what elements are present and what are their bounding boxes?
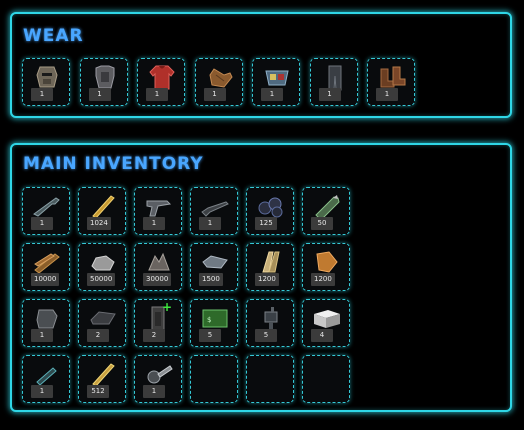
shotgun-icon <box>199 192 231 220</box>
item-quantity: 125 <box>255 217 277 230</box>
box-icon <box>311 304 343 332</box>
stones-slot[interactable]: 50000 <box>78 243 126 291</box>
item-quantity: 512 <box>87 385 109 398</box>
bullets-slot[interactable]: 512 <box>78 355 126 403</box>
item-quantity: 1 <box>143 217 165 230</box>
item-quantity: 1 <box>199 217 221 230</box>
wood-slot[interactable]: 10000 <box>22 243 70 291</box>
item-quantity: 1200 <box>311 273 335 286</box>
wear-title: WEAR <box>23 26 84 46</box>
leather-icon <box>311 248 343 276</box>
pistol-icon <box>143 192 175 220</box>
sheet-icon <box>87 304 119 332</box>
plus-indicator: + <box>162 300 173 314</box>
leather-slot[interactable]: 1200 <box>302 243 350 291</box>
turret-icon <box>255 304 287 332</box>
stones-icon <box>87 248 119 276</box>
hoodie-slot[interactable]: 1 <box>137 58 185 106</box>
grenades-slot[interactable]: 125 <box>246 187 294 235</box>
rifle-slot[interactable]: 1 <box>22 187 70 235</box>
bullets-icon <box>87 360 119 388</box>
rifle-icon <box>31 192 63 220</box>
gloves-slot[interactable]: 1 <box>194 58 243 106</box>
empty-slot[interactable] <box>246 355 294 403</box>
metal-fragments-slot[interactable]: 30000 <box>134 243 182 291</box>
cloth-slot[interactable]: 1200 <box>246 243 294 291</box>
rocket-slot[interactable]: 50 <box>302 187 350 235</box>
box-slot[interactable]: 4 <box>302 299 350 347</box>
hq-metal-icon <box>199 248 231 276</box>
main-inventory-title: MAIN INVENTORY <box>23 154 204 174</box>
item-quantity: 30000 <box>143 273 172 286</box>
item-quantity: 1024 <box>87 217 111 230</box>
item-quantity: 2 <box>143 329 165 342</box>
plan-icon <box>31 304 63 332</box>
syringe-slot[interactable]: 1 <box>22 355 70 403</box>
metal-frags-icon <box>143 248 175 276</box>
rocket-icon <box>311 192 343 220</box>
chestplate-icon <box>89 63 121 91</box>
boots-slot[interactable]: 1 <box>367 58 415 106</box>
gloves-icon <box>204 63 236 91</box>
item-quantity: 1200 <box>255 273 279 286</box>
high-quality-metal-slot[interactable]: 1500 <box>190 243 238 291</box>
item-quantity: 1 <box>261 88 283 101</box>
item-quantity: 1 <box>376 88 398 101</box>
medkit-slot[interactable]: $5 <box>190 299 238 347</box>
ammo-icon <box>87 192 119 220</box>
mask-icon <box>31 63 63 91</box>
chainsaw-icon <box>143 360 175 388</box>
metal-facemask-slot[interactable]: 1 <box>22 58 70 106</box>
item-quantity: 1 <box>31 88 53 101</box>
pants-icon <box>319 63 351 91</box>
item-quantity: 1 <box>31 329 53 342</box>
pistol-slot[interactable]: 1 <box>134 187 182 235</box>
item-quantity: 50 <box>311 217 333 230</box>
medkit-icon: $ <box>199 304 231 332</box>
cloth-icon <box>255 248 287 276</box>
building-plan-slot[interactable]: 1 <box>22 299 70 347</box>
item-quantity: 4 <box>311 329 333 342</box>
kilt-icon <box>261 63 293 91</box>
item-quantity: 1 <box>143 385 165 398</box>
sheet-metal-slot[interactable]: 2 <box>78 299 126 347</box>
metal-chestplate-slot[interactable]: 1 <box>79 58 128 106</box>
empty-slot[interactable] <box>302 355 350 403</box>
wood-icon <box>31 248 63 276</box>
item-quantity: 1 <box>146 88 168 101</box>
svg-text:$: $ <box>207 316 211 324</box>
main-inventory-panel: MAIN INVENTORY 1 1024 1 1 125 50 10000 50000 300… <box>10 143 512 412</box>
item-quantity: 1500 <box>199 273 223 286</box>
item-quantity: 50000 <box>87 273 116 286</box>
item-quantity: 10000 <box>31 273 60 286</box>
turret-slot[interactable]: 5 <box>246 299 294 347</box>
shotgun-slot[interactable]: 1 <box>190 187 238 235</box>
item-quantity: 1 <box>88 88 111 101</box>
wear-panel: WEAR 1 1 1 1 1 1 1 <box>10 12 512 118</box>
item-quantity: 2 <box>87 329 109 342</box>
hoodie-icon <box>146 63 178 91</box>
door-slot[interactable]: +2 <box>134 299 182 347</box>
ammo-rifle-slot[interactable]: 1024 <box>78 187 126 235</box>
item-quantity: 5 <box>199 329 221 342</box>
boots-icon <box>376 63 408 91</box>
syringe-icon <box>31 360 63 388</box>
item-quantity: 1 <box>318 88 341 101</box>
chainsaw-slot[interactable]: 1 <box>134 355 182 403</box>
pants-slot[interactable]: 1 <box>309 58 358 106</box>
item-quantity: 5 <box>255 329 277 342</box>
item-quantity: 1 <box>203 88 226 101</box>
item-quantity: 1 <box>31 217 53 230</box>
road-sign-kilt-slot[interactable]: 1 <box>252 58 300 106</box>
grenade-icon <box>255 192 287 220</box>
item-quantity: 1 <box>31 385 53 398</box>
empty-slot[interactable] <box>190 355 238 403</box>
